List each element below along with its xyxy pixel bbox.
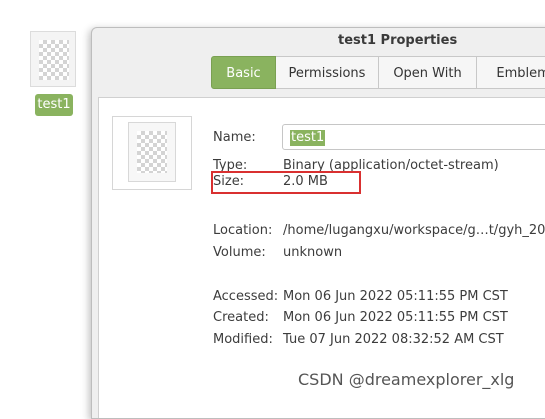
watermark: CSDN @dreamexplorer_xlg bbox=[298, 370, 515, 389]
tab-emblems[interactable]: Emblems bbox=[477, 56, 545, 89]
name-input[interactable]: test1 bbox=[282, 124, 545, 150]
blank-file-icon bbox=[39, 40, 69, 80]
created-label: Created: bbox=[213, 310, 269, 325]
name-label: Name: bbox=[213, 130, 256, 145]
size-label: Size: bbox=[213, 174, 245, 189]
volume-label: Volume: bbox=[213, 245, 266, 260]
tab-open-with[interactable]: Open With bbox=[379, 56, 477, 89]
accessed-label: Accessed: bbox=[213, 289, 279, 304]
tab-basic[interactable]: Basic bbox=[211, 56, 276, 89]
desktop-file-label[interactable]: test1 bbox=[35, 94, 73, 116]
size-value: 2.0 MB bbox=[283, 174, 328, 189]
location-label: Location: bbox=[213, 223, 273, 238]
location-value[interactable]: /home/lugangxu/workspace/g…t/gyh_2022 bbox=[283, 223, 545, 238]
file-preview-icon bbox=[112, 116, 192, 190]
tab-bar: Basic Permissions Open With Emblems bbox=[211, 56, 545, 89]
properties-window: test1 Properties Basic Permissions Open … bbox=[91, 27, 545, 419]
window-title: test1 Properties bbox=[338, 33, 458, 48]
name-input-selected-text[interactable]: test1 bbox=[290, 130, 326, 146]
modified-label: Modified: bbox=[213, 332, 273, 347]
desktop-file-icon[interactable] bbox=[30, 31, 76, 87]
accessed-value: Mon 06 Jun 2022 05:11:55 PM CST bbox=[283, 289, 508, 304]
volume-value: unknown bbox=[283, 245, 343, 260]
tab-permissions[interactable]: Permissions bbox=[276, 56, 379, 89]
modified-value: Tue 07 Jun 2022 08:32:52 AM CST bbox=[283, 332, 504, 347]
created-value: Mon 06 Jun 2022 05:11:55 PM CST bbox=[283, 310, 508, 325]
